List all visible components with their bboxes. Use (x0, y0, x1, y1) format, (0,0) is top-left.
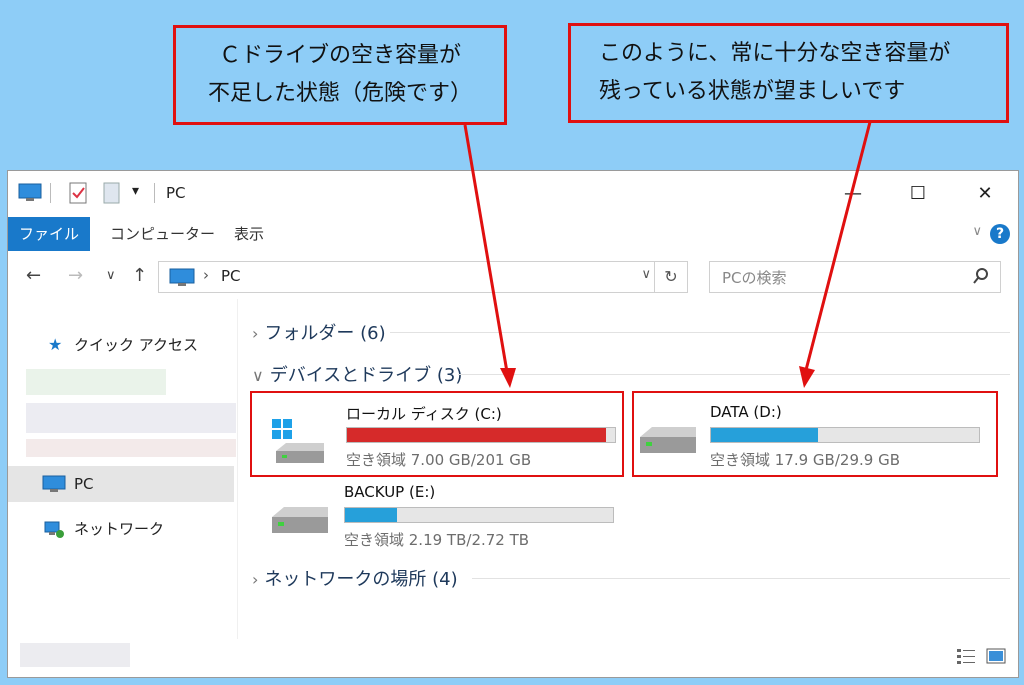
pc-icon (42, 475, 66, 492)
chevron-down-icon: ∨ (252, 366, 264, 385)
sidebar-item-label: ネットワーク (74, 520, 165, 538)
callout-right-line-1: このように、常に十分な空き容量が (599, 41, 951, 66)
pc-icon (169, 268, 195, 286)
drive-usage-fill (345, 508, 398, 522)
blurred-item (26, 369, 166, 395)
maximize-button[interactable]: ☐ (903, 180, 933, 208)
blurred-item (26, 403, 236, 433)
quick-access-dropdown-icon[interactable]: ▾ (132, 183, 139, 199)
group-folders-label: フォルダー (6) (264, 323, 386, 344)
drive-usage-bar (710, 427, 980, 443)
recent-locations-icon[interactable]: ∨ (106, 268, 116, 283)
content-pane: › フォルダー (6) ∨ デバイスとドライブ (3) ローカル ディスク (C:)… (240, 299, 1018, 649)
help-icon[interactable]: ? (990, 224, 1010, 244)
address-bar[interactable]: › PC ∨ ↻ (158, 261, 688, 293)
network-icon (44, 521, 64, 538)
drive-free-space: 空き領域 7.00 GB/201 GB (346, 451, 532, 469)
group-devices-label: デバイスとドライブ (3) (269, 365, 463, 386)
drive-d[interactable]: DATA (D:) 空き領域 17.9 GB/29.9 GB (632, 391, 998, 477)
details-view-icon[interactable] (956, 647, 976, 665)
search-icon (973, 268, 988, 284)
group-folders[interactable]: › フォルダー (6) (252, 319, 386, 345)
drive-usage-fill (347, 428, 606, 442)
blurred-item (26, 439, 236, 457)
sidebar-item-label: クイック アクセス (74, 336, 199, 354)
callout-c-drive-warning: Ｃドライブの空き容量が 不足した状態（危険です） (173, 25, 507, 125)
callout-right-line-2: 残っている状態が望ましいです (599, 79, 906, 104)
sidebar-item-network[interactable]: ネットワーク (8, 511, 234, 547)
chevron-right-icon: › (252, 324, 259, 343)
sidebar-item-pc[interactable]: PC (8, 466, 234, 502)
large-icons-view-icon[interactable] (986, 647, 1006, 665)
status-bar (8, 639, 1018, 677)
hdd-icon (272, 507, 328, 533)
drive-name: DATA (D:) (710, 403, 782, 421)
drive-name: BACKUP (E:) (344, 483, 436, 501)
close-button[interactable]: ✕ (970, 180, 1000, 208)
blurred-status-text (20, 643, 130, 667)
back-button[interactable]: ← (26, 265, 41, 286)
callout-left-line-1: Ｃドライブの空き容量が (218, 43, 461, 68)
drive-name: ローカル ディスク (C:) (346, 405, 502, 423)
drive-usage-bar (346, 427, 616, 443)
callout-left-line-2: 不足した状態（危険です） (207, 81, 472, 106)
sidebar-item-label: PC (74, 475, 94, 493)
window-title: PC (166, 184, 186, 202)
properties-icon[interactable] (68, 181, 90, 205)
address-dropdown-icon[interactable]: ∨ (641, 267, 651, 282)
group-devices[interactable]: ∨ デバイスとドライブ (3) (252, 361, 462, 387)
search-input[interactable]: PCの検索 (722, 267, 787, 288)
up-button[interactable]: ↑ (132, 265, 147, 286)
breadcrumb-pc[interactable]: PC (221, 267, 241, 285)
callout-recommended-state: このように、常に十分な空き容量が 残っている状態が望ましいです (568, 23, 1009, 123)
tab-view[interactable]: 表示 (234, 217, 264, 251)
title-bar: ▾ PC — ☐ ✕ (8, 171, 1018, 215)
drive-free-space: 空き領域 2.19 TB/2.72 TB (344, 531, 530, 549)
tab-file[interactable]: ファイル (8, 217, 90, 251)
ribbon-expand-icon[interactable]: ∨ (972, 224, 982, 239)
explorer-window: ▾ PC — ☐ ✕ ファイル コンピューター 表示 ∨ ? ← → ∨ ↑ ›… (7, 170, 1019, 678)
breadcrumb-separator: › (203, 266, 209, 284)
group-network-label: ネットワークの場所 (4) (264, 569, 458, 590)
chevron-right-icon: › (252, 570, 259, 589)
drive-free-space: 空き領域 17.9 GB/29.9 GB (710, 451, 900, 469)
drive-c[interactable]: ローカル ディスク (C:) 空き領域 7.00 GB/201 GB (250, 391, 624, 477)
ribbon: ファイル コンピューター 表示 ∨ ? (8, 217, 1018, 251)
minimize-button[interactable]: — (838, 180, 868, 208)
navigation-pane: ★ クイック アクセス PC ネットワーク (8, 299, 236, 639)
forward-button[interactable]: → (68, 265, 83, 286)
new-folder-icon[interactable] (102, 181, 122, 205)
hdd-icon (640, 427, 696, 453)
star-icon: ★ (48, 335, 63, 354)
drive-usage-fill (711, 428, 819, 442)
group-network-locations[interactable]: › ネットワークの場所 (4) (252, 565, 458, 591)
refresh-icon[interactable]: ↻ (654, 262, 687, 292)
windows-drive-icon (272, 419, 324, 463)
search-box[interactable]: PCの検索 (709, 261, 1001, 293)
navigation-bar: ← → ∨ ↑ › PC ∨ ↻ PCの検索 (8, 255, 1018, 299)
drive-usage-bar (344, 507, 614, 523)
sidebar-item-quick-access[interactable]: ★ クイック アクセス (8, 327, 234, 363)
drive-e[interactable]: BACKUP (E:) 空き領域 2.19 TB/2.72 TB (250, 473, 624, 559)
pc-icon (18, 183, 42, 201)
tab-computer[interactable]: コンピューター (110, 217, 215, 251)
